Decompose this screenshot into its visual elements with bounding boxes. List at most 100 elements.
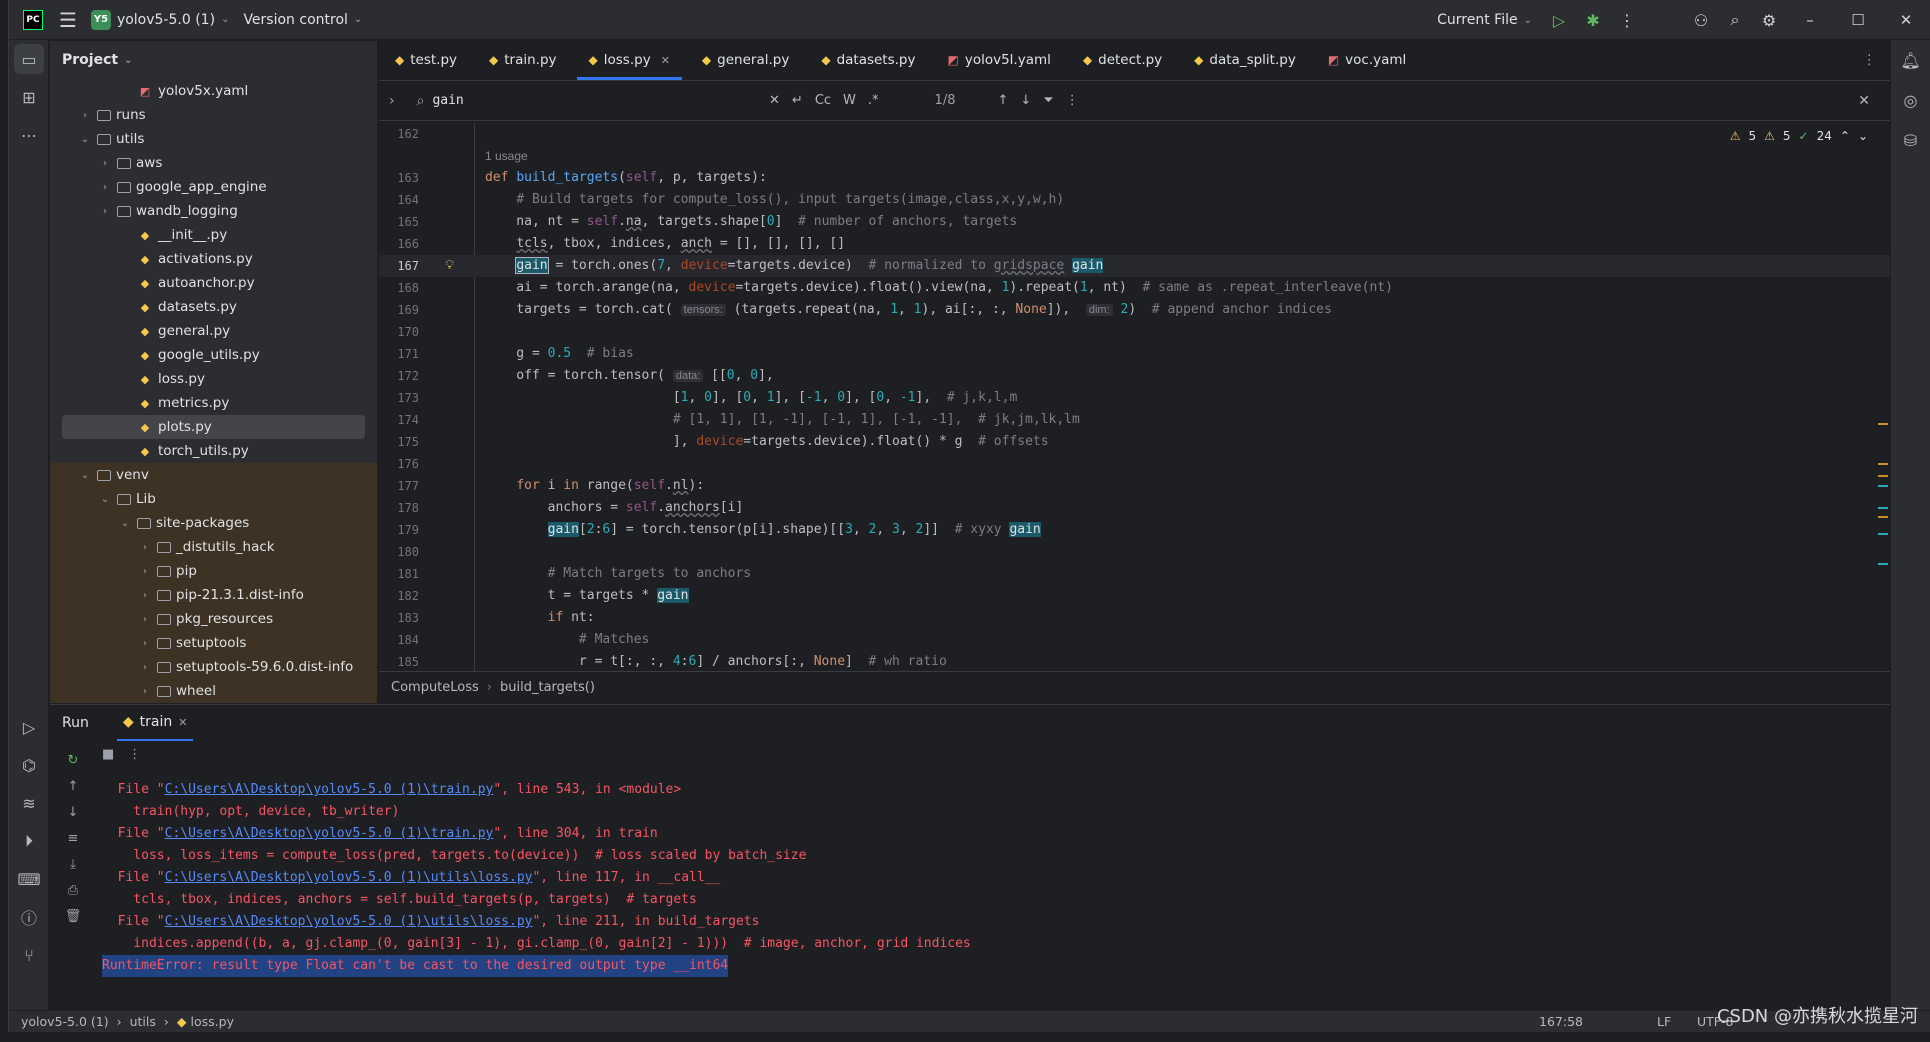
clear-search-icon[interactable]: ✕: [769, 93, 780, 108]
soft-wrap-icon[interactable]: ≡: [50, 825, 96, 851]
breadcrumb-method[interactable]: build_targets(): [500, 680, 595, 695]
up-icon[interactable]: ↑: [50, 773, 96, 799]
print-icon[interactable]: ⎙: [50, 877, 96, 903]
find-input[interactable]: gain: [432, 93, 463, 108]
filter-icon[interactable]: ⏷: [1043, 93, 1053, 108]
code-line[interactable]: 173 [1, 0], [0, 1], [-1, 0], [0, -1], # …: [379, 387, 1890, 409]
tree-item[interactable]: ◆ activations.py: [50, 247, 377, 271]
python-packages-icon[interactable]: ⌬: [9, 746, 49, 784]
code-line[interactable]: 170: [379, 321, 1890, 343]
editor-tab[interactable]: ◆ detect.py: [1067, 40, 1178, 80]
code-editor[interactable]: 162 1 usage 163 def build_targets(self, p, …: [379, 123, 1890, 671]
structure-tool-icon[interactable]: ⊞: [9, 78, 49, 116]
editor-tab[interactable]: ◩ voc.yaml: [1312, 40, 1422, 80]
tree-item[interactable]: › pip: [50, 559, 377, 583]
code-line[interactable]: 164 # Build targets for compute_loss(), …: [379, 189, 1890, 211]
expand-arrow-icon[interactable]: ›: [138, 566, 152, 577]
code-line[interactable]: 178 anchors = self.anchors[i]: [379, 497, 1890, 519]
problems-icon[interactable]: ⓘ: [9, 898, 49, 936]
file-link[interactable]: C:\Users\A\Desktop\yolov5-5.0 (1)\train.…: [165, 782, 494, 797]
code-line[interactable]: 177 for i in range(self.nl):: [379, 475, 1890, 497]
more-tabs-icon[interactable]: ⋮: [1863, 40, 1877, 80]
code-line[interactable]: 167 💡︎ gain = torch.ones(7, device=target…: [379, 255, 1890, 277]
down-icon[interactable]: ↓: [50, 799, 96, 825]
usage-hint[interactable]: 1 usage: [485, 145, 528, 167]
scrollbar-markers[interactable]: [1876, 123, 1890, 671]
tree-item[interactable]: › setuptools: [50, 631, 377, 655]
code-line[interactable]: 176: [379, 453, 1890, 475]
tree-item[interactable]: › setuptools-59.6.0.dist-info: [50, 655, 377, 679]
search-icon[interactable]: ⌕: [1718, 10, 1752, 30]
status-crumb-file[interactable]: loss.py: [191, 1014, 234, 1029]
settings-icon[interactable]: ⚙: [1752, 11, 1786, 30]
file-link[interactable]: C:\Users\A\Desktop\yolov5-5.0 (1)\train.…: [165, 826, 494, 841]
tree-item[interactable]: › pkg_resources: [50, 607, 377, 631]
services-icon[interactable]: ⏵: [9, 822, 49, 860]
tab-train[interactable]: ◆ train ✕: [116, 705, 194, 741]
code-line[interactable]: 183 if nt:: [379, 607, 1890, 629]
project-tool-icon[interactable]: ▭: [14, 44, 44, 74]
expand-arrow-icon[interactable]: ›: [138, 638, 152, 649]
expand-arrow-icon[interactable]: ›: [138, 590, 152, 601]
code-line[interactable]: 163 def build_targets(self, p, targets):: [379, 167, 1890, 189]
expand-arrow-icon[interactable]: ⌄: [78, 470, 92, 481]
database-icon[interactable]: ⛁: [1891, 120, 1930, 160]
more-icon[interactable]: ⋮: [128, 747, 141, 762]
match-case-toggle[interactable]: Cc: [815, 93, 831, 108]
code-line[interactable]: 175 ], device=targets.device).float() * …: [379, 431, 1890, 453]
clear-icon[interactable]: 🗑︎: [50, 903, 96, 929]
code-line[interactable]: 174 # [1, 1], [1, -1], [-1, 1], [-1, -1]…: [379, 409, 1890, 431]
ai-assistant-icon[interactable]: ◎: [1891, 80, 1930, 120]
new-line-icon[interactable]: ↵: [792, 93, 803, 108]
debug-icon[interactable]: ✱: [1576, 11, 1610, 30]
terminal-icon[interactable]: ⌨: [9, 860, 49, 898]
code-line[interactable]: 168 ai = torch.arange(na, device=targets…: [379, 277, 1890, 299]
file-link[interactable]: C:\Users\A\Desktop\yolov5-5.0 (1)\utils\…: [165, 914, 533, 929]
close-tab-icon[interactable]: ✕: [661, 54, 670, 67]
code-line[interactable]: 185 r = t[:, :, 4:6] / anchors[:, None] …: [379, 651, 1890, 671]
code-line[interactable]: 184 # Matches: [379, 629, 1890, 651]
status-crumb-folder[interactable]: utils: [130, 1014, 156, 1029]
tree-item[interactable]: ⌄ site-packages: [50, 511, 377, 535]
tree-item[interactable]: ◆ autoanchor.py: [50, 271, 377, 295]
tree-item[interactable]: › _distutils_hack: [50, 535, 377, 559]
tree-item[interactable]: ◩ yolov5x.yaml: [50, 79, 377, 103]
previous-occurrence-icon[interactable]: ↑: [997, 93, 1008, 108]
run-icon[interactable]: ▷: [1542, 11, 1576, 30]
expand-arrow-icon[interactable]: ›: [138, 614, 152, 625]
editor-tab[interactable]: ◆ datasets.py: [805, 40, 931, 80]
editor-tab[interactable]: ◆ train.py: [473, 40, 573, 80]
rerun-icon[interactable]: ↻: [50, 747, 96, 773]
expand-replace-icon[interactable]: ›: [389, 93, 395, 109]
code-line[interactable]: 166 tcls, tbox, indices, anch = [], [], …: [379, 233, 1890, 255]
expand-arrow-icon[interactable]: ⌄: [78, 134, 92, 145]
more-icon[interactable]: ⋮: [1610, 11, 1644, 30]
code-line[interactable]: 179 gain[2:6] = torch.tensor(p[i].shape)…: [379, 519, 1890, 541]
expand-arrow-icon[interactable]: ›: [98, 182, 112, 193]
project-panel-header[interactable]: Project ⌄: [50, 41, 377, 79]
code-line[interactable]: 162: [379, 123, 1890, 145]
tree-item[interactable]: ⌄ Lib: [50, 487, 377, 511]
more-tools-icon[interactable]: ⋯: [9, 116, 49, 154]
notifications-icon[interactable]: 🔔︎: [1891, 40, 1930, 80]
tree-item[interactable]: ◆ metrics.py: [50, 391, 377, 415]
next-occurrence-icon[interactable]: ↓: [1020, 93, 1031, 108]
scroll-to-end-icon[interactable]: ⤓: [50, 851, 96, 877]
tree-item[interactable]: ◆ plots.py: [62, 415, 365, 439]
expand-arrow-icon[interactable]: ›: [138, 542, 152, 553]
editor-tab[interactable]: ◆ loss.py ✕: [573, 40, 686, 80]
close-tab-icon[interactable]: ✕: [178, 716, 187, 729]
tree-item[interactable]: › wheel: [50, 679, 377, 703]
main-menu-icon[interactable]: ☰: [59, 8, 77, 32]
file-link[interactable]: C:\Users\A\Desktop\yolov5-5.0 (1)\utils\…: [165, 870, 533, 885]
words-toggle[interactable]: W: [843, 93, 856, 108]
chevron-down-icon[interactable]: ⌄: [1858, 129, 1868, 143]
tree-item[interactable]: ◆ general.py: [50, 319, 377, 343]
expand-arrow-icon[interactable]: ›: [78, 110, 92, 121]
code-line[interactable]: 182 t = targets * gain: [379, 585, 1890, 607]
regex-toggle[interactable]: .*: [868, 93, 879, 108]
expand-arrow-icon[interactable]: ›: [98, 206, 112, 217]
tree-item[interactable]: ◆ google_utils.py: [50, 343, 377, 367]
console-output[interactable]: File "C:\Users\A\Desktop\yolov5-5.0 (1)\…: [102, 779, 1870, 1010]
tree-item[interactable]: ◆ __init__.py: [50, 223, 377, 247]
